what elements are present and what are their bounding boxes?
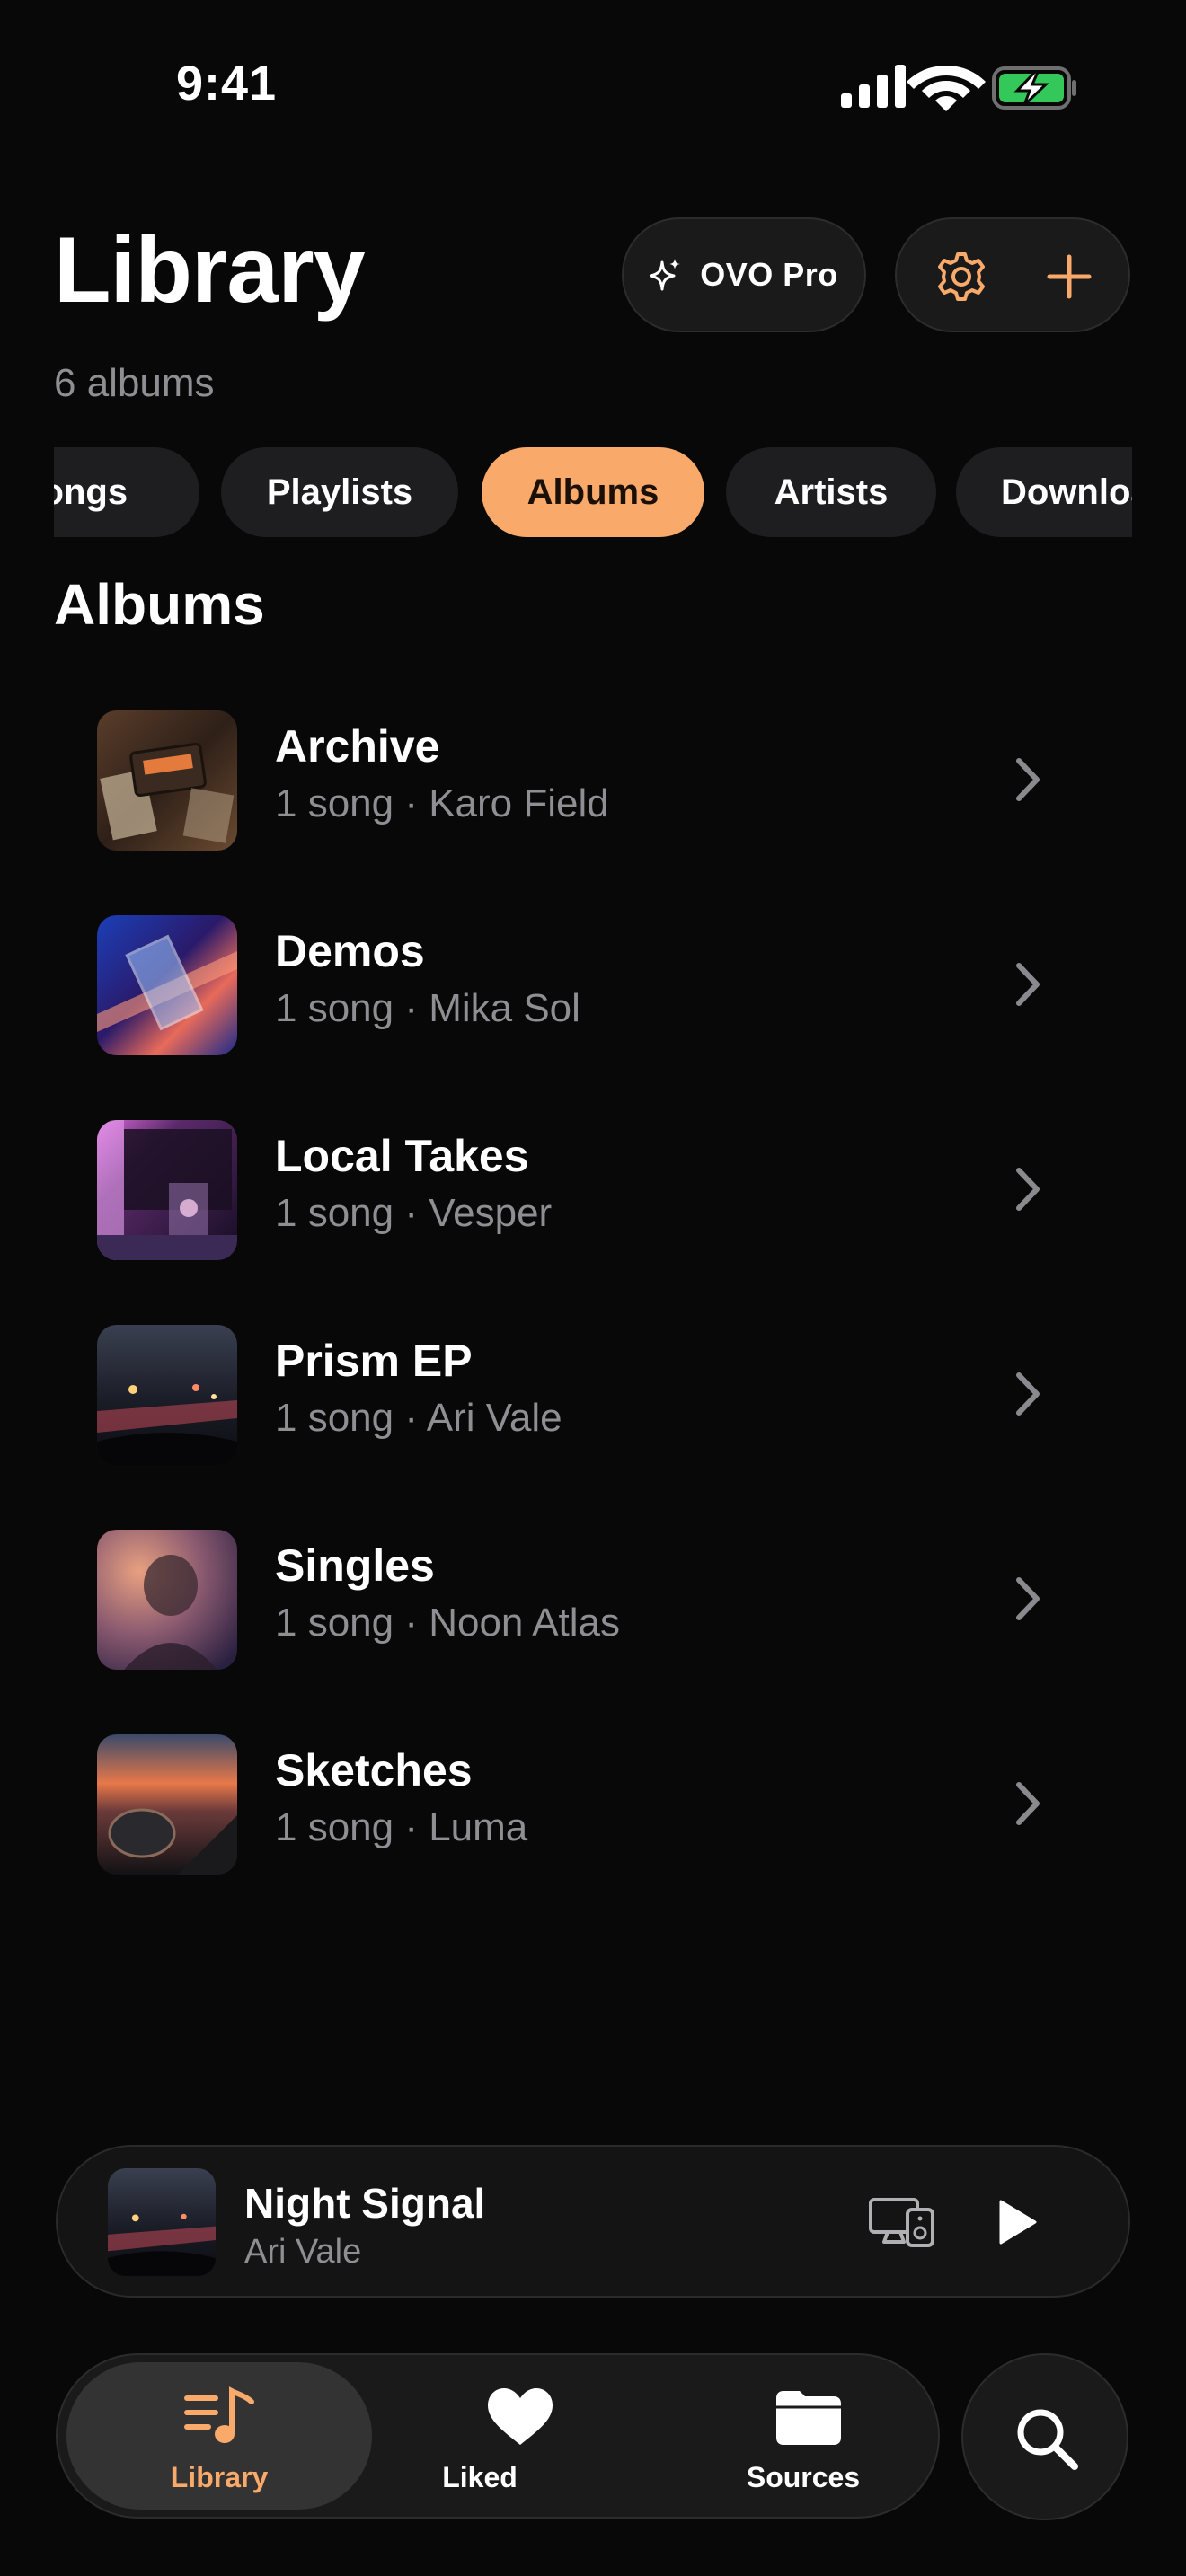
album-row-singles[interactable]: Singles 1 song · Noon Atlas bbox=[54, 1507, 1132, 1687]
tab-downloads[interactable]: Downloads bbox=[956, 447, 1132, 537]
tabbar-item-library[interactable]: Library bbox=[66, 2362, 372, 2510]
album-cover bbox=[97, 1734, 237, 1875]
album-row-sketches[interactable]: Sketches 1 song · Luma bbox=[54, 1712, 1132, 1892]
library-music-icon bbox=[184, 2386, 254, 2443]
settings-gear-icon[interactable] bbox=[934, 250, 988, 304]
chevron-right-icon bbox=[1016, 963, 1040, 1006]
ovo-pro-button[interactable]: OVO Pro bbox=[622, 217, 866, 332]
filter-tabs: Songs Playlists Albums Artists Downloads bbox=[54, 447, 1132, 539]
output-device-icon[interactable] bbox=[868, 2197, 936, 2247]
chevron-right-icon bbox=[1016, 1782, 1040, 1825]
album-meta: 1 song · Noon Atlas bbox=[275, 1601, 621, 1645]
album-meta: 1 song · Luma bbox=[275, 1805, 528, 1849]
page-title: Library bbox=[54, 218, 366, 322]
album-title: Local Takes bbox=[275, 1131, 529, 1181]
album-meta: 1 song · Vesper bbox=[275, 1191, 553, 1235]
album-meta: 1 song · Mika Sol bbox=[275, 986, 580, 1030]
tab-bar: Library Liked Sources bbox=[56, 2353, 940, 2519]
now-playing-cover bbox=[108, 2168, 216, 2276]
album-row-demos[interactable]: Demos 1 song · Mika Sol bbox=[54, 893, 1132, 1072]
tab-songs[interactable]: Songs bbox=[54, 447, 199, 537]
section-title: Albums bbox=[54, 572, 265, 637]
album-meta: 1 song · Ari Vale bbox=[275, 1396, 562, 1440]
status-time: 9:41 bbox=[176, 57, 278, 110]
album-cover bbox=[97, 1530, 237, 1670]
chevron-right-icon bbox=[1016, 1577, 1040, 1620]
tab-albums[interactable]: Albums bbox=[482, 447, 704, 537]
now-playing-artist: Ari Vale bbox=[244, 2233, 362, 2271]
album-title: Sketches bbox=[275, 1745, 473, 1795]
folder-icon bbox=[776, 2391, 841, 2445]
sparkle-icon bbox=[650, 259, 681, 291]
album-row-local-takes[interactable]: Local Takes 1 song · Vesper bbox=[54, 1098, 1132, 1277]
tabbar-item-liked[interactable]: Liked bbox=[399, 2362, 704, 2510]
album-cover bbox=[97, 710, 237, 851]
wifi-icon bbox=[907, 66, 986, 111]
album-cover bbox=[97, 1325, 237, 1465]
status-icons bbox=[841, 65, 1076, 111]
tabbar-item-sources[interactable]: Sources bbox=[668, 2362, 938, 2510]
chevron-right-icon bbox=[1016, 1372, 1040, 1416]
heart-icon bbox=[488, 2388, 553, 2445]
ovo-pro-label: OVO Pro bbox=[700, 256, 838, 293]
album-row-archive[interactable]: Archive 1 song · Karo Field bbox=[54, 688, 1132, 868]
chevron-right-icon bbox=[1016, 1168, 1040, 1211]
add-plus-icon[interactable] bbox=[1042, 250, 1096, 304]
tabbar-label: Liked bbox=[442, 2461, 518, 2493]
tabbar-label: Sources bbox=[746, 2461, 861, 2493]
album-row-prism-ep[interactable]: Prism EP 1 song · Ari Vale bbox=[54, 1302, 1132, 1482]
now-playing-bar[interactable]: Night Signal Ari Vale bbox=[56, 2145, 1130, 2298]
search-button[interactable] bbox=[961, 2353, 1128, 2520]
battery-charging-icon bbox=[992, 66, 1076, 110]
album-cover bbox=[97, 915, 237, 1055]
album-title: Demos bbox=[275, 926, 425, 976]
header-actions bbox=[895, 217, 1130, 332]
tab-playlists[interactable]: Playlists bbox=[221, 447, 458, 537]
album-title: Prism EP bbox=[275, 1336, 473, 1386]
album-count: 6 albums bbox=[54, 361, 215, 405]
chevron-right-icon bbox=[1016, 758, 1040, 801]
album-title: Singles bbox=[275, 1540, 435, 1591]
album-title: Archive bbox=[275, 721, 440, 772]
search-icon bbox=[1017, 2409, 1078, 2470]
tabbar-label: Library bbox=[170, 2461, 269, 2493]
album-cover bbox=[97, 1120, 237, 1260]
play-icon[interactable] bbox=[992, 2197, 1040, 2247]
now-playing-title: Night Signal bbox=[244, 2180, 486, 2227]
tab-artists[interactable]: Artists bbox=[726, 447, 936, 537]
cellular-signal-icon bbox=[841, 65, 906, 108]
album-meta: 1 song · Karo Field bbox=[275, 781, 609, 825]
